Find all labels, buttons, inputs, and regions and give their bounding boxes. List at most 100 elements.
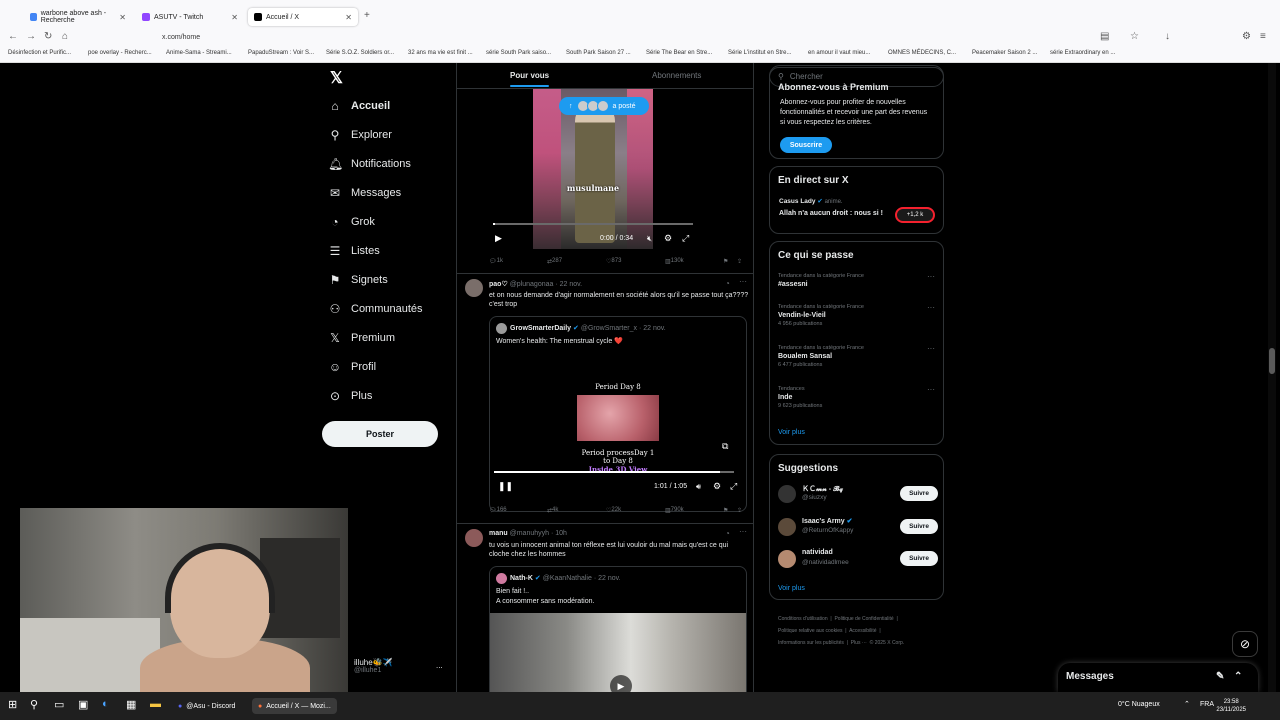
bookmark-item[interactable]: OMNES MÉDECINS, C... <box>888 50 956 56</box>
nav-item-plus[interactable]: ⊙ Plus <box>328 389 372 403</box>
tab-x[interactable]: Accueil / X ✕ <box>248 8 358 26</box>
follow-button[interactable]: Suivre <box>900 486 938 501</box>
video-progress[interactable] <box>494 471 734 473</box>
settings-icon[interactable]: ⚙ <box>713 481 721 492</box>
views-button[interactable]: ▥ 130k <box>665 258 684 265</box>
mute-icon[interactable]: 🔇︎ <box>647 234 652 244</box>
video-progress[interactable] <box>493 223 693 225</box>
reload-icon[interactable]: ↻ <box>44 31 52 42</box>
more-icon[interactable]: ··· <box>739 527 747 536</box>
bookmark-icon[interactable]: ⚑ <box>723 507 728 514</box>
grok-fab-button[interactable]: ⊘ <box>1232 631 1258 657</box>
video-player[interactable]: Period Day 8 Period processDay 1 to Day … <box>490 353 746 497</box>
fullscreen-icon[interactable]: ⤢ <box>730 481 737 492</box>
play-icon[interactable]: ▶ <box>495 233 502 244</box>
fullscreen-icon[interactable]: ⤢ <box>682 233 689 244</box>
store-icon[interactable]: ▦ <box>126 698 136 711</box>
nav-item-profil[interactable]: ☺ Profil <box>328 360 376 374</box>
more-icon[interactable]: ··· <box>927 272 935 281</box>
suggestion-item[interactable]: Isaac's Army ✔ @ReturnOfKappy Suivre <box>778 516 938 540</box>
forward-icon[interactable]: → <box>26 31 36 42</box>
share-icon[interactable]: ⇪ <box>737 258 742 265</box>
bookmark-item[interactable]: PapaduStream : Voir S... <box>248 50 314 56</box>
taskbar-app-discord[interactable]: ● @Asu - Discord <box>172 698 241 714</box>
trend-item[interactable]: Tendance dans la catégorie France #asses… <box>778 273 928 288</box>
new-tab-button[interactable]: + <box>364 10 370 21</box>
views-button[interactable]: ▥ 790k <box>665 507 684 514</box>
repost-button[interactable]: ⇄ 4k <box>547 507 558 514</box>
quoted-tweet[interactable]: GrowSmarterDaily ✔ @GrowSmarter_x · 22 n… <box>489 316 747 512</box>
footer-link[interactable]: Politique de Confidentialité <box>834 616 893 622</box>
url-bar[interactable]: x.com/home <box>162 30 200 46</box>
scrollbar[interactable] <box>1268 63 1276 692</box>
reader-icon[interactable]: ▤ <box>1100 31 1109 42</box>
taskview-icon[interactable]: ▭ <box>54 698 64 711</box>
close-icon[interactable]: ✕ <box>345 13 352 22</box>
trend-item[interactable]: Tendance dans la catégorie France Bouale… <box>778 345 864 368</box>
extensions-icon[interactable]: ⚙ <box>1242 31 1251 42</box>
files-icon[interactable]: ▣ <box>78 698 88 711</box>
follow-button[interactable]: Suivre <box>900 519 938 534</box>
settings-icon[interactable]: ⚙ <box>664 233 672 244</box>
suggestion-item[interactable]: ＫＣ𝓶𝓷 - 𝓑𝓺 @siuzxy Suivre <box>778 483 938 507</box>
bookmark-item[interactable]: Série L'institut en Stre... <box>728 50 792 56</box>
live-text[interactable]: Allah n'a aucun droit : nous si ! <box>779 210 883 217</box>
tab-abonnements[interactable]: Abonnements <box>652 71 701 80</box>
star-icon[interactable]: ☆ <box>1130 31 1139 42</box>
more-icon[interactable]: ··· <box>927 385 935 394</box>
more-icon[interactable]: ··· <box>739 277 747 286</box>
more-icon[interactable]: ··· <box>927 303 935 312</box>
download-icon[interactable]: ↓ <box>1165 31 1170 42</box>
folder-icon[interactable]: ▬ <box>150 698 161 710</box>
trend-item[interactable]: Tendances Inde 9 623 publications <box>778 386 822 409</box>
nav-item-premium[interactable]: 𝕏 Premium <box>328 331 395 345</box>
clock[interactable]: 23:58 23/11/2025 <box>1216 698 1246 714</box>
trends-see-more-link[interactable]: Voir plus <box>778 429 805 436</box>
footer-link[interactable]: Politique relative aux cookies <box>778 628 842 634</box>
tab-twitch[interactable]: ASUTV - Twitch ✕ <box>136 8 244 26</box>
nav-item-signets[interactable]: ⚑ Signets <box>328 273 388 287</box>
nav-item-grok[interactable]: ◔ Grok <box>328 215 374 229</box>
repost-button[interactable]: ⇄ 287 <box>547 258 562 265</box>
tray-chevron-icon[interactable]: ⌃ <box>1184 700 1190 708</box>
bookmark-item[interactable]: Peacemaker Saison 2 ... <box>972 50 1037 56</box>
bookmark-item[interactable]: poe overlay - Recherc... <box>88 50 152 56</box>
video-player[interactable]: ▶ <box>490 613 746 692</box>
nav-item-notifications[interactable]: 🔔︎ Notifications <box>328 157 411 171</box>
nav-item-messages[interactable]: ✉ Messages <box>328 186 401 200</box>
like-button[interactable]: ♡ 873 <box>606 258 621 265</box>
bookmark-item[interactable]: Désinfection et Purific... <box>8 50 71 56</box>
windows-icon[interactable]: ⊞ <box>8 698 17 711</box>
bookmark-item[interactable]: série South Park saiso... <box>486 50 551 56</box>
language-indicator[interactable]: FRA <box>1200 701 1214 708</box>
account-switcher[interactable]: illuhe🐝✈️ @illuhe1 <box>354 658 393 674</box>
footer-link[interactable]: Accessibilité <box>849 628 877 634</box>
bookmark-item[interactable]: en amour il vaut mieu... <box>808 50 870 56</box>
nav-item-listes[interactable]: ☰ Listes <box>328 244 380 258</box>
footer-link[interactable]: Plus ··· <box>851 640 867 646</box>
reply-button[interactable]: 💬︎ 166 <box>489 507 507 514</box>
home-icon[interactable]: ⌂ <box>62 31 68 42</box>
more-icon[interactable]: ··· <box>927 344 935 353</box>
avatar[interactable] <box>465 279 483 297</box>
play-icon[interactable]: ▶ <box>610 675 632 692</box>
chevron-up-icon[interactable]: ⌃ <box>1234 671 1242 682</box>
bookmark-item[interactable]: Série S.O.Z. Soldiers or... <box>326 50 394 56</box>
weather-widget[interactable]: 0°C Nuageux <box>1118 701 1160 708</box>
edge-icon[interactable]: ◐ <box>102 698 109 710</box>
bookmark-item[interactable]: Anime-Sama - Streami... <box>166 50 232 56</box>
avatar[interactable] <box>465 529 483 547</box>
pip-icon[interactable]: ⧉ <box>722 441 728 452</box>
bookmark-item[interactable]: South Park Saison 27 ... <box>566 50 631 56</box>
quoted-tweet[interactable]: Nath-K ✔ @KaanNathalie · 22 nov. Bien fa… <box>489 566 747 692</box>
share-icon[interactable]: ⇪ <box>737 507 742 514</box>
suggestion-item[interactable]: natividad @natividadlmee Suivre <box>778 548 938 572</box>
nav-item-explorer[interactable]: ⚲ Explorer <box>328 128 392 142</box>
bookmark-icon[interactable]: ⚑ <box>723 258 728 265</box>
post-button[interactable]: Poster <box>322 421 438 447</box>
grok-icon[interactable]: ◔ <box>725 529 730 538</box>
tab-search[interactable]: warbone above ash - Recherche ✕ <box>24 8 132 26</box>
tab-pour-vous[interactable]: Pour vous <box>510 71 550 87</box>
footer-link[interactable]: Conditions d'utilisation <box>778 616 828 622</box>
volume-icon[interactable]: 🔊︎ <box>696 482 701 492</box>
